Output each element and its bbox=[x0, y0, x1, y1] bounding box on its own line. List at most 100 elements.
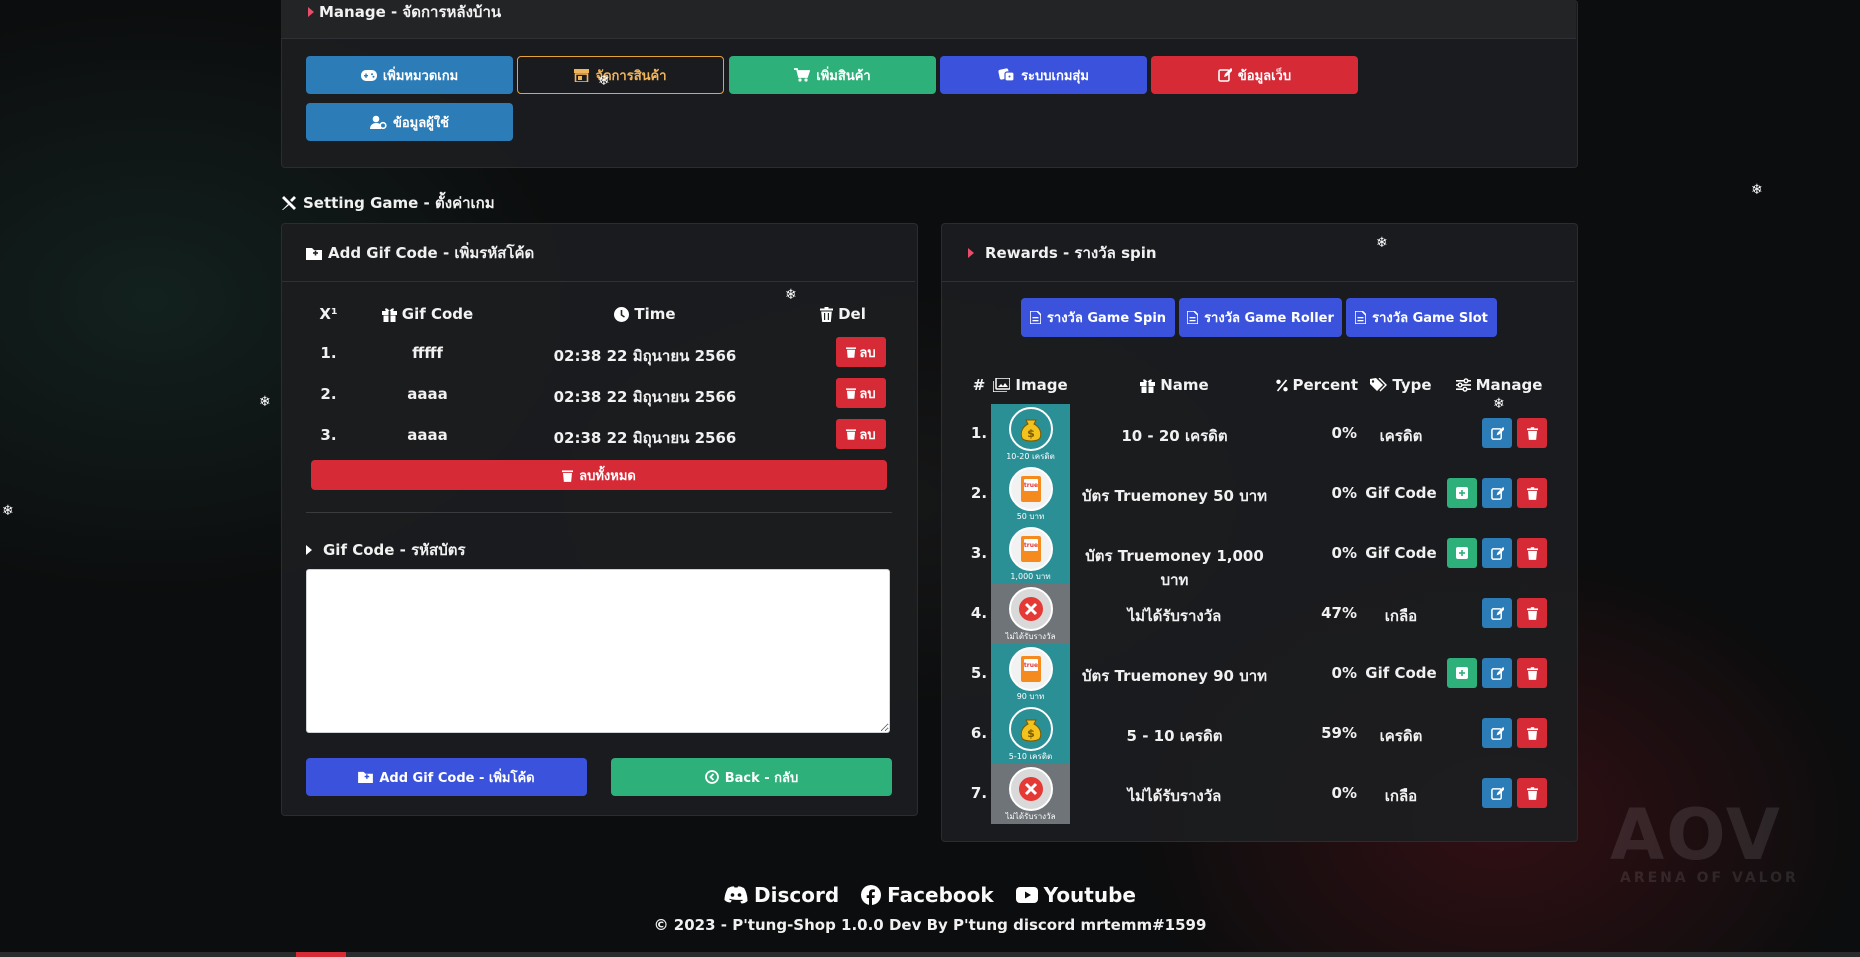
user-info-label: ข้อมูลผู้ใช้ bbox=[392, 115, 450, 131]
row-time: 02:38 22 มิถุนายน 2566 bbox=[553, 388, 737, 406]
folder-plus-icon bbox=[358, 771, 374, 783]
delete-all-button[interactable]: ลบทั้งหมด bbox=[311, 460, 887, 490]
tab-game-slot[interactable]: รางวัล Game Slot bbox=[1346, 298, 1497, 337]
col-number-label: X¹ bbox=[319, 305, 338, 323]
gifcode-header-divider bbox=[282, 281, 915, 282]
reward-number: 2. bbox=[970, 484, 988, 502]
plus-square-icon bbox=[1456, 547, 1468, 559]
rewards-header-divider bbox=[942, 281, 1575, 282]
gifcode-textarea[interactable] bbox=[306, 569, 890, 733]
rewards-col-type-header: Type bbox=[1362, 376, 1440, 394]
rewards-col-image-label: Image bbox=[1015, 376, 1068, 394]
snowflake-icon: ❄ bbox=[1376, 235, 1388, 251]
reward-name: ไม่ได้รับรางวัล bbox=[1127, 607, 1222, 625]
delete-reward-button[interactable] bbox=[1517, 478, 1547, 508]
reward-number: 1. bbox=[970, 424, 988, 442]
tab-game-slot-label: รางวัล Game Slot bbox=[1372, 311, 1488, 326]
add-code-button[interactable] bbox=[1447, 538, 1477, 568]
youtube-icon bbox=[1015, 887, 1038, 903]
edit-reward-button[interactable] bbox=[1482, 598, 1512, 628]
website-info-button[interactable]: ข้อมูลเว็บ bbox=[1151, 56, 1358, 94]
trash-icon bbox=[846, 346, 857, 358]
circle-arrow-left-icon bbox=[704, 770, 719, 784]
manage-title-text: Manage - จัดการหลังบ้าน bbox=[319, 3, 502, 21]
rewards-col-number-header: # bbox=[968, 376, 990, 394]
manage-products-button[interactable]: จัดการสินค้า bbox=[517, 56, 724, 94]
add-code-button[interactable] bbox=[1447, 478, 1477, 508]
delete-row-button[interactable]: ลบ bbox=[836, 419, 886, 449]
delete-row-button[interactable]: ลบ bbox=[836, 337, 886, 367]
rewards-col-number-label: # bbox=[972, 376, 986, 394]
delete-reward-button[interactable] bbox=[1517, 778, 1547, 808]
snowflake-icon: ❄ bbox=[1493, 396, 1505, 412]
trash-icon bbox=[562, 469, 574, 482]
reward-percent: 0% bbox=[1331, 784, 1357, 802]
reward-percent: 0% bbox=[1331, 484, 1357, 502]
back-button[interactable]: Back - กลับ bbox=[611, 758, 892, 796]
youtube-label: Youtube bbox=[1043, 883, 1136, 907]
edit-reward-button[interactable] bbox=[1482, 658, 1512, 688]
reward-image-caption: 10-20 เครดิต bbox=[1006, 451, 1055, 461]
add-game-category-button[interactable]: เพิ่มหมวดเกม bbox=[306, 56, 513, 94]
reward-number: 7. bbox=[970, 784, 988, 802]
plus-square-icon bbox=[1456, 667, 1468, 679]
facebook-label: Facebook bbox=[887, 883, 994, 907]
add-code-button[interactable] bbox=[1447, 658, 1477, 688]
store-icon bbox=[574, 68, 590, 82]
edit-icon bbox=[1490, 786, 1504, 800]
add-gifcode-button[interactable]: Add Gif Code - เพิ่มโค้ด bbox=[306, 758, 587, 796]
svg-text:true: true bbox=[1023, 662, 1037, 669]
delete-row-button[interactable]: ลบ bbox=[836, 378, 886, 408]
reward-type: เครดิต bbox=[1379, 727, 1423, 745]
youtube-link[interactable]: Youtube bbox=[1015, 880, 1136, 910]
reward-type: เครดิต bbox=[1379, 427, 1423, 445]
trash-icon bbox=[846, 387, 857, 399]
reward-type: Gif Code bbox=[1365, 544, 1437, 562]
edit-reward-button[interactable] bbox=[1482, 418, 1512, 448]
rewards-col-percent-label: Percent bbox=[1292, 376, 1358, 394]
facebook-link[interactable]: Facebook bbox=[861, 880, 994, 910]
edit-icon bbox=[1490, 546, 1504, 560]
rewards-col-manage-header: Manage bbox=[1444, 376, 1554, 394]
delete-reward-button[interactable] bbox=[1517, 658, 1547, 688]
reward-type: Gif Code bbox=[1365, 664, 1437, 682]
delete-row-label: ลบ bbox=[859, 345, 876, 361]
edit-reward-button[interactable] bbox=[1482, 718, 1512, 748]
add-product-button[interactable]: เพิ่มสินค้า bbox=[729, 56, 936, 94]
file-icon bbox=[1187, 311, 1199, 324]
cart-icon bbox=[794, 68, 811, 82]
edit-reward-button[interactable] bbox=[1482, 538, 1512, 568]
svg-text:true: true bbox=[1023, 542, 1037, 549]
no-reward-x-icon bbox=[1008, 586, 1053, 631]
delete-reward-button[interactable] bbox=[1517, 418, 1547, 448]
delete-row-label: ลบ bbox=[859, 427, 876, 443]
snowflake-icon: ❄ bbox=[2, 503, 14, 519]
tab-game-spin-label: รางวัล Game Spin bbox=[1046, 311, 1167, 326]
sliders-icon bbox=[1455, 378, 1471, 392]
reward-percent: 47% bbox=[1321, 604, 1357, 622]
trash-icon bbox=[1526, 666, 1538, 680]
col-time-header: Time bbox=[560, 305, 730, 323]
discord-label: Discord bbox=[754, 883, 840, 907]
setting-game-title: Setting Game - ตั้งค่าเกม bbox=[281, 193, 495, 213]
aov-watermark-big: AOV bbox=[1610, 794, 1782, 876]
delete-reward-button[interactable] bbox=[1517, 598, 1547, 628]
reward-type: Gif Code bbox=[1365, 484, 1437, 502]
delete-reward-button[interactable] bbox=[1517, 538, 1547, 568]
facebook-icon bbox=[861, 885, 882, 905]
delete-reward-button[interactable] bbox=[1517, 718, 1547, 748]
edit-reward-button[interactable] bbox=[1482, 778, 1512, 808]
discord-link[interactable]: Discord bbox=[724, 880, 839, 910]
edit-icon bbox=[1490, 426, 1504, 440]
reward-type: เกลือ bbox=[1384, 787, 1418, 805]
add-game-category-label: เพิ่มหมวดเกม bbox=[382, 68, 459, 84]
svg-text:$: $ bbox=[1027, 727, 1035, 740]
edit-reward-button[interactable] bbox=[1482, 478, 1512, 508]
random-game-system-button[interactable]: ระบบเกมสุ่ม bbox=[940, 56, 1147, 94]
tab-game-spin[interactable]: รางวัล Game Spin bbox=[1021, 298, 1175, 337]
reward-percent: 0% bbox=[1331, 424, 1357, 442]
tab-game-roller[interactable]: รางวัล Game Roller bbox=[1179, 298, 1342, 337]
svg-text:true: true bbox=[1023, 482, 1037, 489]
user-info-button[interactable]: ข้อมูลผู้ใช้ bbox=[306, 103, 513, 141]
reward-image-caption: 90 บาท bbox=[1016, 691, 1045, 701]
